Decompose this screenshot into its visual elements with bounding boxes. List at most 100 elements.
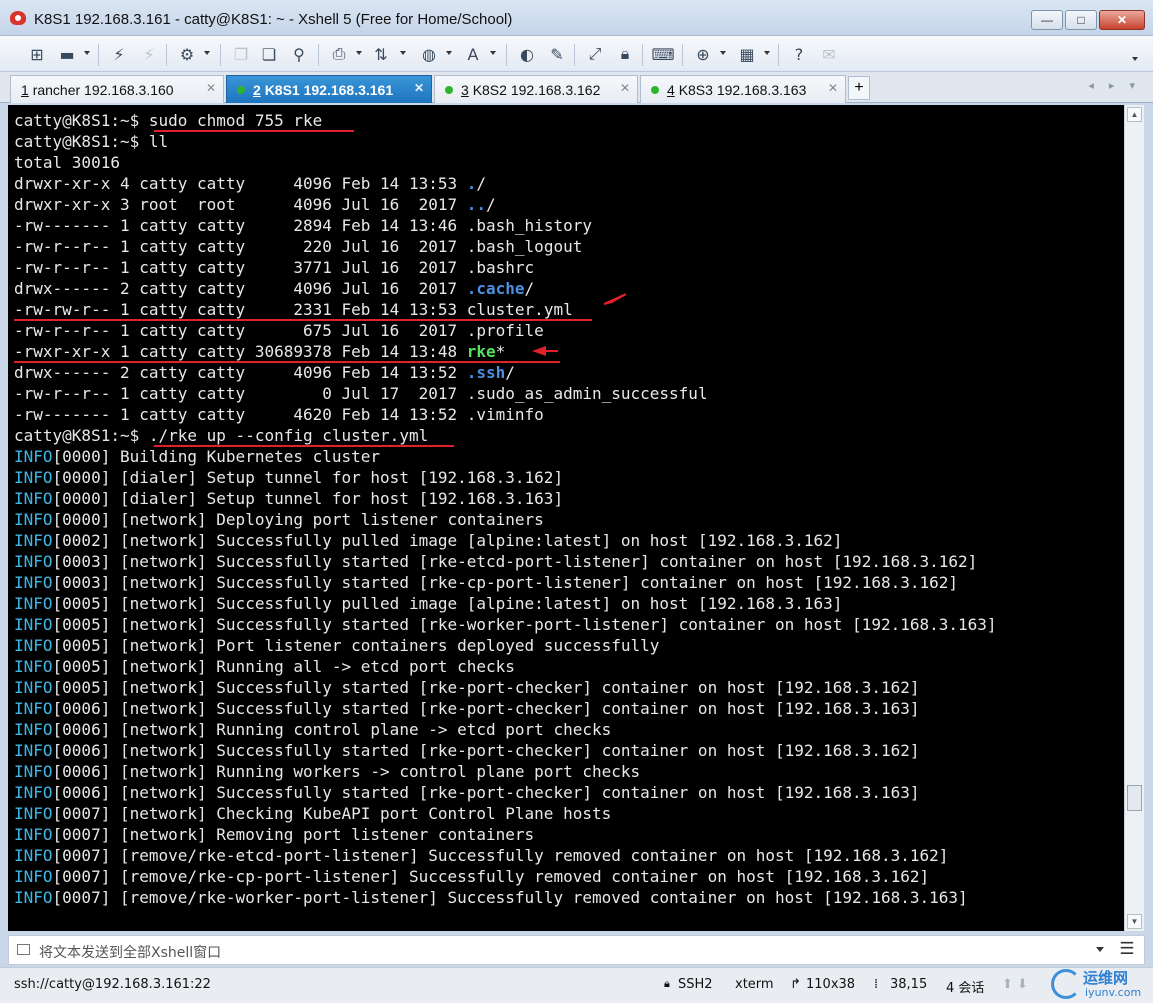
chat-icon[interactable]: ✉ (818, 43, 840, 65)
terminal-line: INFO[0003] [network] Successfully starte… (14, 573, 959, 592)
add-icon[interactable]: ⊕ (692, 43, 714, 65)
window-title: K8S1 192.168.3.161 - catty@K8S1: ~ - Xsh… (34, 11, 513, 28)
script-icon[interactable]: ◐ (516, 43, 538, 65)
layout-icon[interactable]: ▦ (736, 43, 758, 65)
tab-scroll-arrows[interactable]: ◂ ▸ ▾ (1088, 79, 1141, 92)
terminal-type: xterm (735, 977, 774, 992)
terminal-line: INFO[0003] [network] Successfully starte… (14, 552, 978, 571)
tab-close-icon[interactable]: ✕ (206, 81, 216, 95)
terminal-line: drwxr-xr-x 4 catty catty 4096 Feb 14 13:… (14, 174, 487, 193)
terminal-line: total 30016 (14, 153, 120, 172)
terminal-line: INFO[0007] [remove/rke-worker-port-liste… (14, 888, 968, 907)
connection-address: ssh://catty@192.168.3.161:22 (14, 977, 211, 992)
protocol-label: SSH2 (678, 977, 713, 992)
connect-icon[interactable]: ⚡ (108, 43, 130, 65)
new-session-icon[interactable]: ⊞ (26, 43, 48, 65)
terminal-line: catty@K8S1:~$ ./rke up --config cluster.… (14, 426, 429, 445)
lock-icon: 🔒︎ (664, 977, 670, 990)
tab-close-icon[interactable]: ✕ (620, 81, 630, 95)
terminal-line: INFO[0006] [network] Successfully starte… (14, 741, 920, 760)
connected-status-icon (445, 85, 453, 94)
terminal-output[interactable]: catty@K8S1:~$ sudo chmod 755 rke catty@K8… (8, 105, 1124, 931)
tab-close-icon[interactable]: ✕ (414, 81, 424, 95)
transfer-icon[interactable]: ⇅ (370, 43, 392, 65)
new-tab-button[interactable]: + (848, 76, 870, 100)
compose-dropdown-icon[interactable] (1096, 947, 1104, 952)
terminal-line: INFO[0002] [network] Successfully pulled… (14, 531, 843, 550)
compose-input[interactable]: 将文本发送到全部Xshell窗口 (39, 942, 221, 962)
terminal-line: -rwxr-xr-x 1 catty catty 30689378 Feb 14… (14, 342, 506, 361)
help-icon[interactable]: ? (788, 43, 810, 65)
terminal-line: INFO[0007] [remove/rke-etcd-port-listene… (14, 846, 949, 865)
terminal-line: drwxr-xr-x 3 root root 4096 Jul 16 2017 … (14, 195, 496, 214)
terminal-line: INFO[0005] [network] Successfully starte… (14, 678, 920, 697)
lock-icon[interactable]: 🔒︎ (614, 43, 636, 65)
terminal-line: catty@K8S1:~$ ll (14, 132, 169, 151)
copy-icon[interactable]: ❐ (230, 43, 252, 65)
tab-k8s1[interactable]: 2 K8S1 192.168.3.161 ✕ (226, 75, 432, 103)
tab-rancher[interactable]: 1 rancher 192.168.3.160 ✕ (10, 75, 224, 103)
terminal-line: INFO[0006] [network] Successfully starte… (14, 783, 920, 802)
disconnect-icon[interactable]: ⚡ (138, 43, 160, 65)
open-folder-icon[interactable]: ▬ (56, 43, 78, 65)
paste-icon[interactable]: ❏ (258, 43, 280, 65)
compose-window-icon (17, 944, 30, 955)
close-button[interactable]: ✕ (1099, 10, 1145, 30)
globe-icon[interactable]: ◍ (418, 43, 440, 65)
terminal-line: -rw-rw-r-- 1 catty catty 2331 Feb 14 13:… (14, 300, 573, 319)
terminal-line: -rw-r--r-- 1 catty catty 675 Jul 16 2017… (14, 321, 544, 340)
terminal-line: INFO[0007] [network] Removing port liste… (14, 825, 535, 844)
terminal-line: INFO[0006] [network] Successfully starte… (14, 699, 920, 718)
minimize-button[interactable]: — (1031, 10, 1063, 30)
terminal-line: INFO[0006] [network] Running workers -> … (14, 762, 641, 781)
session-tab-bar: 1 rancher 192.168.3.160 ✕ 2 K8S1 192.168… (0, 72, 1153, 103)
terminal-size: 110x38 (806, 977, 856, 992)
terminal-line: -rw------- 1 catty catty 2894 Feb 14 13:… (14, 216, 592, 235)
terminal-line: drwx------ 2 catty catty 4096 Feb 14 13:… (14, 363, 515, 382)
terminal-line: INFO[0000] [dialer] Setup tunnel for hos… (14, 468, 564, 487)
cursor-position: 38,15 (890, 977, 928, 992)
maximize-button[interactable]: □ (1065, 10, 1097, 30)
terminal-line: INFO[0005] [network] Running all -> etcd… (14, 657, 515, 676)
tab-label: 3 K8S2 192.168.3.162 (461, 81, 601, 98)
terminal-line: INFO[0007] [network] Checking KubeAPI po… (14, 804, 612, 823)
scroll-up-arrow-icon[interactable]: ▲ (1127, 107, 1142, 122)
hamburger-menu-icon[interactable]: ☰ (1116, 939, 1138, 961)
terminal-line: INFO[0000] [dialer] Setup tunnel for hos… (14, 489, 564, 508)
terminal-line: -rw------- 1 catty catty 4620 Feb 14 13:… (14, 405, 544, 424)
terminal-line: INFO[0005] [network] Successfully pulled… (14, 594, 843, 613)
terminal-line: -rw-r--r-- 1 catty catty 220 Jul 16 2017… (14, 237, 583, 256)
session-nav-arrows-icon[interactable]: ⬆ ⬇ (1002, 977, 1028, 992)
terminal-line: INFO[0000] [network] Deploying port list… (14, 510, 544, 529)
session-count: 4 会话 (946, 981, 985, 996)
properties-icon[interactable]: ⚙ (176, 43, 198, 65)
compose-bar[interactable]: 将文本发送到全部Xshell窗口 ☰ (8, 935, 1145, 965)
connected-status-icon (651, 85, 659, 94)
keyboard-icon[interactable]: ⌨ (651, 43, 674, 65)
cursor-icon: ⁞ (874, 977, 879, 992)
terminal-scrollbar[interactable]: ▲ ▼ (1124, 105, 1144, 931)
terminal-line: INFO[0007] [remove/rke-cp-port-listener]… (14, 867, 930, 886)
xshell-logo-icon (10, 11, 26, 25)
toolbar: ⊞ ▬ ⚡ ⚡ ⚙ ❐ ❏ ⚲ ⎙ ⇅ ◍ A ◐ ✎ ⤢ 🔒︎ ⌨ ⊕ ▦ ?… (0, 36, 1153, 72)
tab-close-icon[interactable]: ✕ (828, 81, 838, 95)
terminal-line: INFO[0000] Building Kubernetes cluster (14, 447, 381, 466)
compose-icon[interactable]: ✎ (546, 43, 568, 65)
print-icon[interactable]: ⎙ (328, 43, 350, 65)
find-icon[interactable]: ⚲ (288, 43, 310, 65)
tab-label: 2 K8S1 192.168.3.161 (253, 81, 394, 98)
tab-label: 1 rancher 192.168.3.160 (21, 81, 174, 98)
terminal-line: INFO[0005] [network] Port listener conta… (14, 636, 660, 655)
tab-label: 4 K8S3 192.168.3.163 (667, 81, 807, 98)
connected-status-icon (237, 85, 245, 94)
terminal-line: catty@K8S1:~$ sudo chmod 755 rke (14, 111, 323, 130)
fullscreen-icon[interactable]: ⤢ (584, 43, 606, 65)
tab-k8s3[interactable]: 4 K8S3 192.168.3.163 ✕ (640, 75, 846, 103)
size-icon: ↱ (790, 977, 801, 992)
scroll-thumb[interactable] (1127, 785, 1142, 811)
terminal-line: INFO[0005] [network] Successfully starte… (14, 615, 997, 634)
terminal-line: INFO[0006] [network] Running control pla… (14, 720, 612, 739)
scroll-down-arrow-icon[interactable]: ▼ (1127, 914, 1142, 929)
font-icon[interactable]: A (462, 43, 484, 65)
tab-k8s2[interactable]: 3 K8S2 192.168.3.162 ✕ (434, 75, 638, 103)
